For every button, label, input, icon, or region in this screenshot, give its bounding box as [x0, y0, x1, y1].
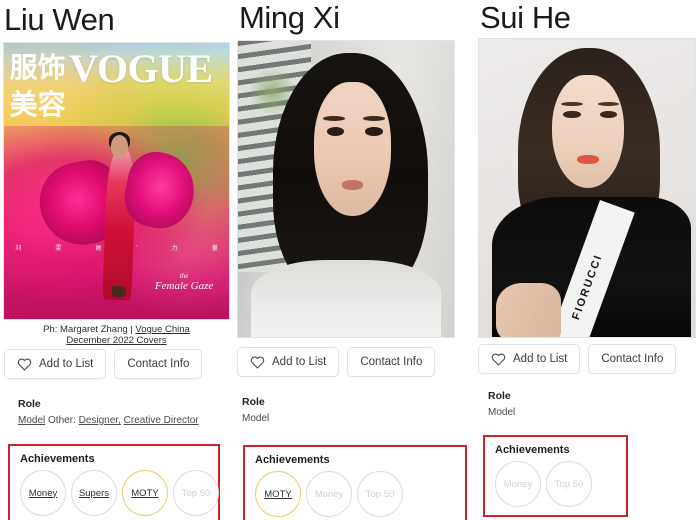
model-photo-portrait[interactable] — [237, 40, 455, 338]
achievement-badge-top50[interactable]: Top 50 — [546, 461, 592, 507]
model-name: Ming Xi — [239, 0, 340, 35]
card-actions: Add to List Contact Info — [4, 349, 203, 379]
role-section: Role Model — [242, 396, 269, 425]
model-face — [313, 82, 392, 216]
model-eyebrow-right — [597, 101, 620, 106]
add-to-list-label: Add to List — [39, 358, 94, 370]
card-actions: Add to List Contact Info — [478, 344, 677, 374]
achievement-badge-top50[interactable]: Top 50 — [357, 471, 403, 517]
achievements-title: Achievements — [255, 454, 330, 466]
achievement-badges: Money Supers MOTY Top 50 — [20, 470, 219, 516]
cover-tagline: the Female Gaze — [155, 272, 213, 293]
achievements-box: Achievements Money Top 50 — [483, 435, 628, 517]
cover-tagline-line1: the — [179, 272, 189, 281]
heart-icon — [250, 356, 265, 369]
contact-info-label: Contact Info — [360, 356, 423, 368]
cover-chinese-masthead-bottom: 美容 — [9, 87, 66, 121]
model-arm — [496, 283, 562, 337]
achievements-box: Achievements MOTY Money Top 50 — [243, 445, 467, 520]
achievement-badge-money[interactable]: Money — [306, 471, 352, 517]
add-to-list-button[interactable]: Add to List — [478, 344, 581, 374]
card-actions: Add to List Contact Info — [237, 347, 436, 377]
cover-side-char: 雯 — [55, 245, 62, 253]
achievements-title: Achievements — [20, 453, 95, 465]
cover-sideline-text: 刘 雯 她 · 力 量 — [15, 243, 218, 252]
model-cards-board: Liu Wen 服饰 美容 VOGUE 刘 雯 她 · 力 量 the Fema… — [0, 0, 700, 520]
role-label: Role — [488, 390, 511, 402]
cover-model-shoe — [112, 285, 126, 297]
cover-side-char: 力 — [171, 245, 178, 253]
model-face — [552, 74, 624, 188]
add-to-list-label: Add to List — [272, 356, 327, 368]
model-eye-right — [365, 126, 383, 136]
cover-model-head — [110, 135, 128, 158]
add-to-list-button[interactable]: Add to List — [237, 347, 340, 377]
role-other-designer[interactable]: Designer, — [79, 415, 121, 426]
contact-info-button[interactable]: Contact Info — [347, 347, 436, 377]
model-eye-left — [563, 110, 581, 119]
role-values: Model — [488, 406, 515, 419]
achievement-badge-money[interactable]: Money — [495, 461, 541, 507]
model-card-liu-wen: Liu Wen 服饰 美容 VOGUE 刘 雯 她 · 力 量 the Fema… — [0, 0, 232, 520]
cover-side-char: 量 — [211, 245, 218, 253]
caption-link-issue[interactable]: December 2022 Covers — [66, 335, 166, 346]
role-label: Role — [242, 396, 265, 408]
model-photo-portrait[interactable]: FIORUCCI — [478, 38, 696, 338]
role-section: Role Model Other: Designer, Creative Dir… — [18, 398, 199, 427]
model-name: Sui He — [480, 0, 571, 35]
role-label: Role — [18, 398, 41, 410]
vogue-cover-art: 服饰 美容 VOGUE 刘 雯 她 · 力 量 the Female Gaze — [4, 43, 229, 319]
role-values: Model — [242, 412, 269, 425]
role-primary: Model — [488, 407, 516, 418]
achievement-badges: Money Top 50 — [495, 461, 616, 507]
achievements-box: Achievements Money Supers MOTY Top 50 — [8, 444, 220, 520]
model-card-sui-he: Sui He FIORUCCI Add to List Contact Info… — [478, 0, 700, 520]
achievements-title: Achievements — [495, 444, 570, 456]
add-to-list-button[interactable]: Add to List — [4, 349, 107, 379]
role-primary[interactable]: Model — [18, 415, 45, 426]
achievement-badge-moty[interactable]: MOTY — [122, 470, 168, 516]
cover-side-char: 刘 — [15, 245, 22, 253]
achievement-badge-supers[interactable]: Supers — [71, 470, 117, 516]
role-values: Model Other: Designer, Creative Director — [18, 414, 199, 427]
model-card-ming-xi: Ming Xi Add to List Contact Info Role Mo… — [237, 0, 469, 520]
add-to-list-label: Add to List — [513, 353, 568, 365]
model-eyebrow-left — [561, 101, 583, 106]
model-photo-vogue-cover[interactable]: 服饰 美容 VOGUE 刘 雯 她 · 力 量 the Female Gaze — [3, 42, 230, 320]
caption-prefix: Ph: Margaret Zhang | — [43, 324, 136, 335]
contact-info-button[interactable]: Contact Info — [114, 349, 203, 379]
heart-icon — [17, 358, 32, 371]
achievement-badges: MOTY Money Top 50 — [255, 471, 455, 517]
model-lips — [577, 155, 599, 165]
role-primary: Model — [242, 413, 270, 424]
role-other-creative-director[interactable]: Creative Director — [124, 415, 199, 426]
photo-caption: Ph: Margaret Zhang | Vogue China Decembe… — [3, 322, 230, 346]
achievement-badge-top50[interactable]: Top 50 — [173, 470, 219, 516]
cover-tagline-line2: Female Gaze — [154, 280, 214, 293]
contact-info-label: Contact Info — [127, 358, 190, 370]
cover-chinese-masthead-top: 服饰 — [9, 50, 66, 84]
cover-side-char: 她 — [95, 245, 102, 253]
model-name: Liu Wen — [4, 2, 115, 37]
cover-side-char: · — [135, 243, 138, 251]
model-shirt — [250, 260, 442, 337]
cover-vogue-masthead: VOGUE — [69, 46, 213, 92]
achievement-badge-moty[interactable]: MOTY — [255, 471, 301, 517]
achievement-badge-money[interactable]: Money — [20, 470, 66, 516]
contact-info-button[interactable]: Contact Info — [588, 344, 677, 374]
heart-icon — [491, 353, 506, 366]
role-other-label: Other: — [48, 415, 76, 426]
model-eye-left — [326, 126, 344, 136]
contact-info-label: Contact Info — [601, 353, 664, 365]
model-lips — [341, 180, 364, 190]
role-section: Role Model — [488, 390, 515, 419]
caption-link-publication[interactable]: Vogue China — [135, 324, 189, 335]
